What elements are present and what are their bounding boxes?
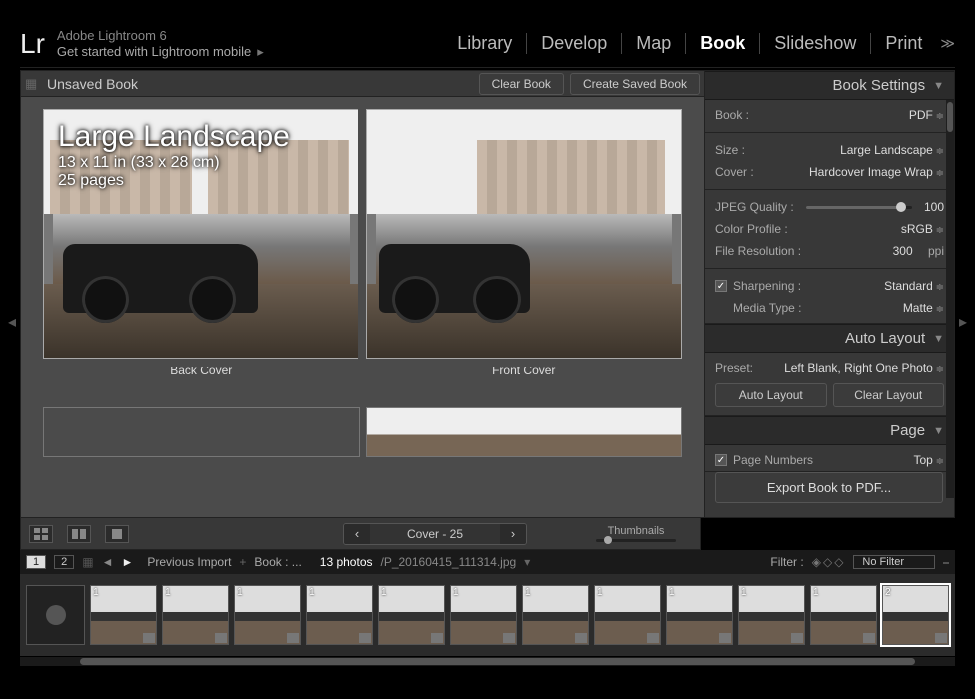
top-bar: Lr Adobe Lightroom 6 Get started with Li… bbox=[20, 20, 955, 68]
page-numbers-label: Page Numbers bbox=[733, 453, 813, 467]
nav-fwd-arrow[interactable]: ► bbox=[121, 555, 133, 569]
book-settings-header[interactable]: Book Settings▼ bbox=[705, 71, 954, 100]
filmstrip-thumb[interactable]: 1 bbox=[522, 585, 589, 645]
module-library[interactable]: Library bbox=[443, 33, 526, 54]
book-info-overlay: Large Landscape 13 x 11 in (33 x 28 cm) … bbox=[58, 120, 290, 190]
module-print[interactable]: Print bbox=[870, 33, 936, 54]
right-panel: Book Settings▼ Book : PDF Size : Large Lan… bbox=[705, 70, 955, 518]
page-2[interactable] bbox=[366, 407, 683, 457]
color-profile-dropdown[interactable]: sRGB bbox=[901, 222, 944, 236]
back-cover-label: Back Cover bbox=[43, 363, 360, 377]
ppi-unit: ppi bbox=[928, 244, 944, 258]
filmstrip-thumb[interactable]: 1 bbox=[162, 585, 229, 645]
filmstrip-header: 1 2 ▦ ◄ ► Previous Import + Book : ... 1… bbox=[20, 550, 955, 574]
book-source-label[interactable]: Book : ... bbox=[254, 555, 301, 569]
monitor-2-button[interactable]: 2 bbox=[54, 555, 74, 569]
page-numbers-dropdown[interactable]: Top bbox=[913, 453, 944, 467]
clear-book-button[interactable]: Clear Book bbox=[479, 73, 564, 95]
front-cover-label: Front Cover bbox=[366, 363, 683, 377]
photo-count: 13 photos bbox=[320, 555, 373, 569]
module-develop[interactable]: Develop bbox=[526, 33, 621, 54]
right-panel-scrollbar[interactable] bbox=[946, 100, 954, 498]
filmstrip-thumb[interactable]: 1 bbox=[810, 585, 877, 645]
module-picker: Library Develop Map Book Slideshow Print… bbox=[443, 33, 955, 54]
app-logo: Lr bbox=[20, 30, 45, 58]
mid-toolbar: ‹ Cover - 25 › Thumbnails bbox=[20, 518, 701, 550]
filmstrip-thumb[interactable]: 1 bbox=[594, 585, 661, 645]
size-label: Size : bbox=[715, 143, 745, 157]
filter-label: Filter : bbox=[770, 555, 803, 569]
page-panel-header[interactable]: Page▼ bbox=[705, 416, 954, 445]
nav-label: Cover - 25 bbox=[370, 524, 500, 544]
filmstrip-thumb[interactable]: 1 bbox=[234, 585, 301, 645]
view-spread-button[interactable] bbox=[67, 525, 91, 543]
clear-layout-button[interactable]: Clear Layout bbox=[833, 383, 945, 407]
view-single-button[interactable] bbox=[105, 525, 129, 543]
filmstrip-thumb[interactable]: 2 bbox=[882, 585, 949, 645]
main-canvas: ▦ Unsaved Book Clear Book Create Saved B… bbox=[20, 70, 705, 518]
filmstrip-scrollbar[interactable] bbox=[20, 656, 955, 666]
right-panel-handle[interactable]: ▸ bbox=[955, 310, 971, 334]
module-book[interactable]: Book bbox=[685, 33, 759, 54]
media-type-dropdown[interactable]: Matte bbox=[903, 301, 944, 315]
sharpening-checkbox[interactable]: ✓ bbox=[715, 280, 727, 292]
sharpening-dropdown[interactable]: Standard bbox=[884, 279, 944, 293]
nav-next-button[interactable]: › bbox=[500, 524, 526, 544]
preset-label: Preset: bbox=[715, 361, 753, 375]
module-map[interactable]: Map bbox=[621, 33, 685, 54]
auto-layout-button[interactable]: Auto Layout bbox=[715, 383, 827, 407]
filmstrip-thumb[interactable]: 1 bbox=[90, 585, 157, 645]
auto-layout-header[interactable]: Auto Layout▼ bbox=[705, 324, 954, 353]
file-resolution-value[interactable]: 300 bbox=[893, 244, 913, 258]
page-1[interactable] bbox=[43, 407, 360, 457]
filter-lock-icon[interactable]: ⎯ bbox=[943, 555, 949, 570]
view-multi-button[interactable] bbox=[29, 525, 53, 543]
media-type-label: Media Type : bbox=[733, 301, 801, 315]
filmstrip-thumb[interactable]: 1 bbox=[450, 585, 517, 645]
filter-dropdown[interactable]: No Filter bbox=[853, 555, 935, 569]
color-profile-label: Color Profile : bbox=[715, 222, 788, 236]
thumbnails-label: Thumbnails bbox=[608, 525, 665, 537]
jpeg-quality-value: 100 bbox=[924, 200, 944, 214]
preset-dropdown[interactable]: Left Blank, Right One Photo bbox=[784, 361, 944, 375]
module-slideshow[interactable]: Slideshow bbox=[759, 33, 870, 54]
photo-path: /P_20160415_111314.jpg bbox=[381, 555, 517, 569]
back-cover-page[interactable]: Large Landscape 13 x 11 in (33 x 28 cm) … bbox=[43, 109, 360, 359]
size-dropdown[interactable]: Large Landscape bbox=[840, 143, 944, 157]
cover-label: Cover : bbox=[715, 165, 754, 179]
sharpening-label: Sharpening : bbox=[733, 279, 801, 293]
product-name: Adobe Lightroom 6 bbox=[57, 28, 264, 43]
export-book-button[interactable]: Export Book to PDF... bbox=[715, 472, 943, 503]
nav-back-arrow[interactable]: ◄ bbox=[102, 555, 114, 569]
nav-prev-button[interactable]: ‹ bbox=[344, 524, 370, 544]
jpeg-quality-label: JPEG Quality : bbox=[715, 200, 794, 214]
page-nav: ‹ Cover - 25 › bbox=[343, 523, 527, 545]
monitor-1-button[interactable]: 1 bbox=[26, 555, 46, 569]
page-numbers-checkbox[interactable]: ✓ bbox=[715, 454, 727, 466]
create-saved-book-button[interactable]: Create Saved Book bbox=[570, 73, 700, 95]
cover-dropdown[interactable]: Hardcover Image Wrap bbox=[809, 165, 944, 179]
file-resolution-label: File Resolution : bbox=[715, 244, 801, 258]
left-panel-handle[interactable]: ◂ bbox=[4, 310, 20, 334]
panel-toggle-icon[interactable]: ▦ bbox=[25, 76, 47, 92]
mobile-cta[interactable]: Get started with Lightroom mobile▸ bbox=[57, 44, 264, 60]
source-label[interactable]: Previous Import bbox=[147, 555, 231, 569]
module-overflow-icon[interactable]: ≫ bbox=[940, 35, 955, 52]
filmstrip-thumb[interactable]: 1 bbox=[738, 585, 805, 645]
book-label: Book : bbox=[715, 108, 749, 122]
filter-flags[interactable]: ◈◇◇ bbox=[812, 555, 846, 569]
filmstrip-thumb[interactable]: 1 bbox=[378, 585, 445, 645]
jpeg-quality-slider[interactable] bbox=[806, 206, 912, 209]
front-cover-page[interactable] bbox=[366, 109, 683, 359]
document-title: Unsaved Book bbox=[47, 76, 138, 92]
book-type-dropdown[interactable]: PDF bbox=[909, 108, 944, 122]
filmstrip-nav-thumb[interactable] bbox=[26, 585, 85, 645]
filmstrip-thumb[interactable]: 1 bbox=[666, 585, 733, 645]
thumbnails-size-slider[interactable] bbox=[596, 539, 676, 542]
filmstrip-thumb[interactable]: 1 bbox=[306, 585, 373, 645]
filmstrip: 111111111112 bbox=[20, 574, 955, 656]
